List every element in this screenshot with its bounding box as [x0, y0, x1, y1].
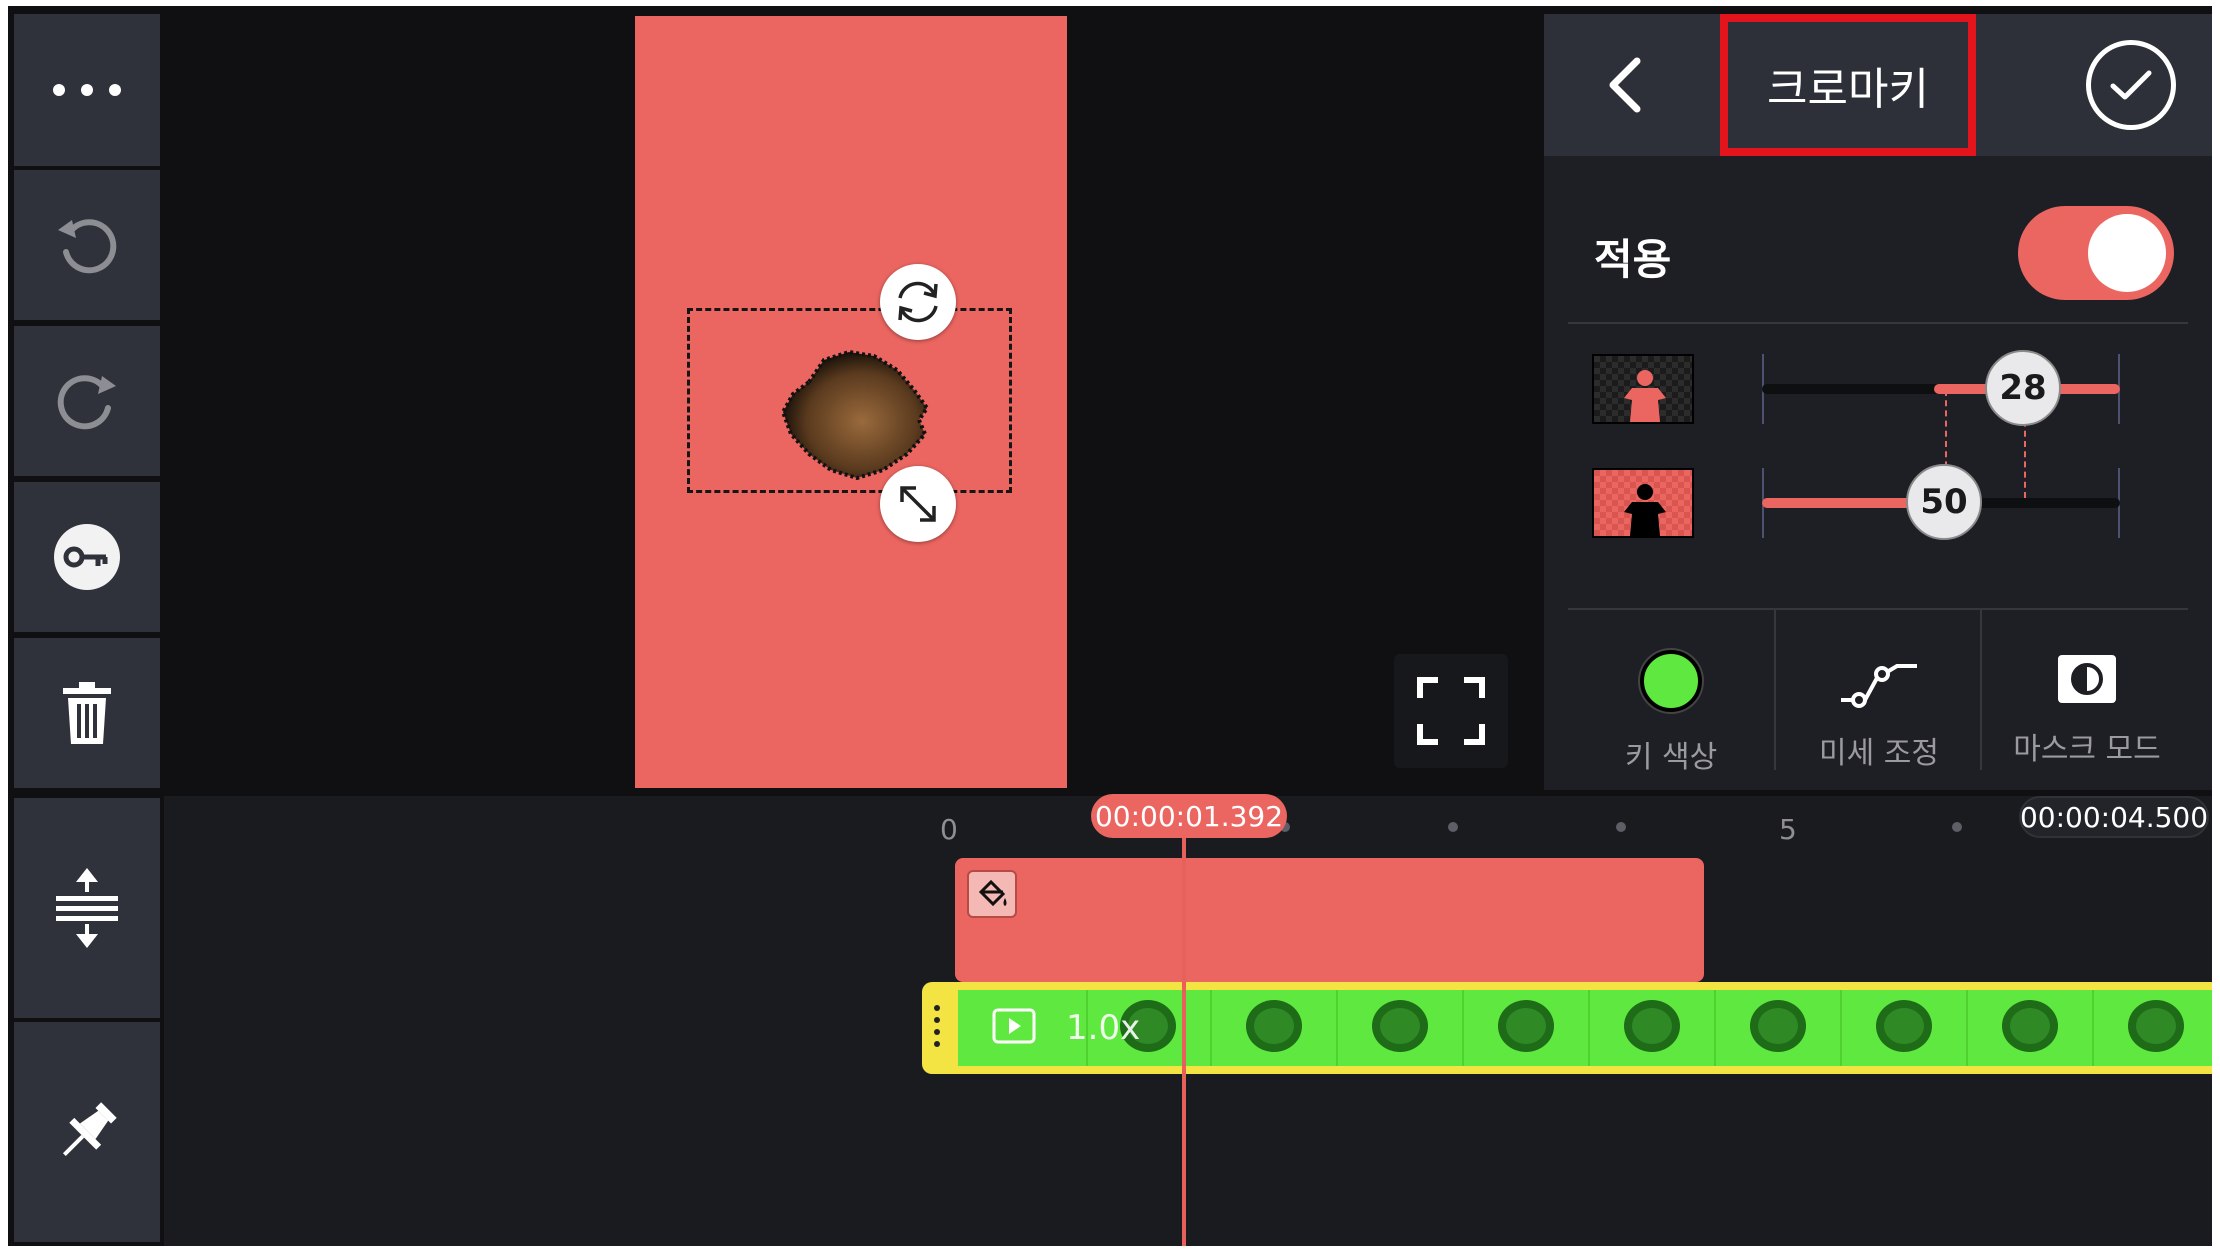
playhead-time: 00:00:01.392	[1091, 794, 1287, 838]
rotate-icon	[898, 281, 938, 323]
more-button[interactable]	[14, 14, 160, 166]
paint-bucket-icon	[967, 870, 1017, 918]
chroma-key-panel: 크로마키 적용 28 50 키 색상 미세 조정 마스크 모드	[1544, 14, 2212, 790]
clip-speed: 1.0x	[1066, 1008, 1141, 1048]
fine-tune-button[interactable]: 미세 조정	[1776, 610, 1982, 790]
mask-mode-label: 마스크 모드	[2013, 732, 2161, 767]
title-highlight: 크로마키	[1720, 14, 1976, 156]
key-color-label: 키 색상	[1624, 740, 1718, 775]
keyframe-button[interactable]	[14, 482, 160, 632]
foreground-slider-knob[interactable]: 28	[1985, 350, 2061, 426]
curve-adjust-icon	[1841, 664, 1917, 708]
background-slider-knob[interactable]: 50	[1906, 464, 1982, 540]
redo-button[interactable]	[14, 326, 160, 476]
toggle-knob	[2088, 214, 2166, 292]
delete-icon	[63, 682, 111, 744]
key-color-button[interactable]: 키 색상	[1568, 610, 1774, 790]
ruler-dot	[1616, 822, 1626, 832]
video-frames: 1.0x	[958, 990, 2212, 1066]
mask-mode-button[interactable]: 마스크 모드	[1984, 610, 2190, 790]
pin-button[interactable]	[14, 1022, 160, 1242]
ruler-dot	[1448, 822, 1458, 832]
drag-handle-icon	[934, 1005, 940, 1047]
confirm-button[interactable]	[2086, 40, 2176, 130]
end-time: 00:00:04.500	[2019, 796, 2209, 838]
expand-track-icon	[56, 868, 118, 948]
undo-button[interactable]	[14, 170, 160, 320]
panel-header: 크로마키	[1544, 14, 2212, 156]
divider	[1568, 322, 2188, 324]
fullscreen-button[interactable]	[1394, 654, 1508, 768]
resize-handle[interactable]	[880, 466, 956, 542]
back-icon	[1609, 57, 1641, 113]
mask-mode-icon	[2058, 655, 2116, 703]
pin-icon	[62, 1102, 117, 1157]
keyframe-icon	[54, 524, 120, 590]
undo-icon	[58, 219, 117, 274]
keyed-bush-layer	[780, 349, 930, 481]
rotate-handle[interactable]	[880, 264, 956, 340]
redo-icon	[57, 375, 116, 430]
fine-tune-label: 미세 조정	[1819, 736, 1939, 771]
expand-track-button[interactable]	[14, 798, 160, 1018]
video-clip[interactable]: 1.0x	[922, 982, 2212, 1074]
ruler-dot	[1952, 822, 1962, 832]
resize-icon	[900, 486, 936, 522]
background-thumb	[1592, 468, 1694, 538]
playhead[interactable]	[1182, 836, 1186, 1246]
video-clip-icon	[992, 1008, 1036, 1044]
back-button[interactable]	[1594, 54, 1654, 116]
ruler-label-start: 0	[940, 813, 958, 846]
ruler-label-mark: 5	[1779, 813, 1797, 846]
video-preview[interactable]	[635, 16, 1067, 788]
kinemaster-editor: 크로마키 적용 28 50 키 색상 미세 조정 마스크 모드 0 5 00:0…	[8, 6, 2212, 1246]
foreground-thumb	[1592, 354, 1694, 424]
panel-title: 크로마키	[1767, 64, 1929, 115]
delete-button[interactable]	[14, 638, 160, 788]
fullscreen-icon	[1417, 677, 1485, 745]
apply-label: 적용	[1594, 235, 1672, 284]
more-icon	[53, 84, 121, 96]
check-icon	[2110, 70, 2152, 100]
color-layer-clip[interactable]	[955, 858, 1704, 982]
apply-toggle[interactable]	[2018, 206, 2174, 300]
key-color-swatch	[1640, 650, 1702, 712]
